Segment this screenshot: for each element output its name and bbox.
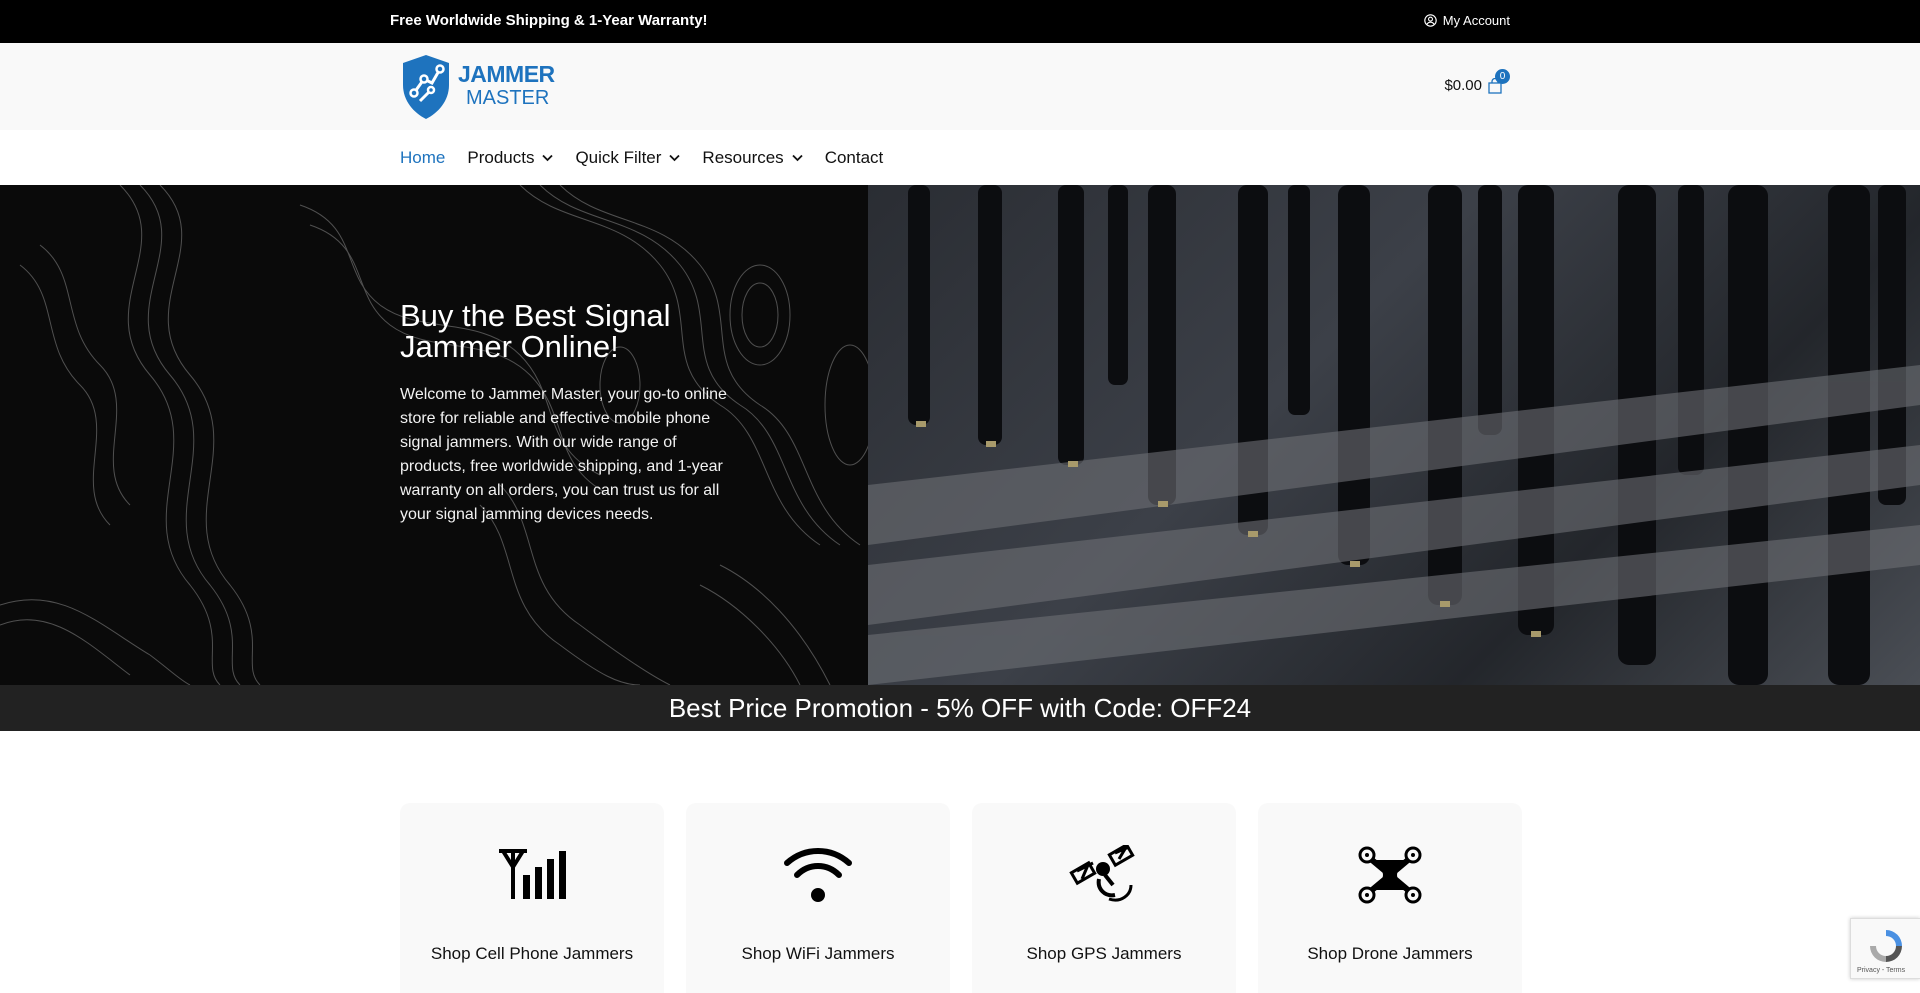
my-account-label: My Account (1442, 13, 1510, 28)
logo-line-1: JAMMER (458, 60, 555, 87)
satellite-icon (1069, 845, 1135, 902)
card-label: Shop Drone Jammers (1307, 944, 1473, 963)
nav-item-label: Products (467, 148, 535, 167)
promo-banner: Best Price Promotion - 5% OFF with Code:… (0, 685, 1920, 731)
card-label: Shop WiFi Jammers (741, 944, 895, 963)
jammer-antennas-image (868, 185, 1920, 685)
logo-line-2: MASTER (466, 86, 550, 109)
logo[interactable]: JAMMER MASTER (400, 53, 555, 121)
card-gps-jammers[interactable]: Shop GPS Jammers (972, 803, 1236, 993)
card-cell-phone-jammers[interactable]: Shop Cell Phone Jammers (400, 803, 664, 993)
chevron-down-icon (542, 154, 554, 162)
main-nav: Home Products Quick Filter Resources Con… (0, 130, 1920, 185)
nav-item-products[interactable]: Products (467, 148, 554, 168)
card-label: Shop GPS Jammers (1026, 944, 1182, 963)
logo-text: JAMMER MASTER (458, 60, 555, 109)
cart-total: $0.00 (1444, 77, 1482, 94)
recaptcha-badge[interactable]: Privacy - Terms (1850, 918, 1920, 979)
recaptcha-footer: Privacy - Terms (1857, 967, 1906, 974)
drone-icon (1358, 846, 1422, 904)
nav-item-label: Resources (702, 148, 784, 167)
card-label: Shop Cell Phone Jammers (430, 944, 634, 963)
nav-item-resources[interactable]: Resources (702, 148, 803, 168)
nav-item-label: Home (400, 148, 446, 167)
cart-button[interactable]: $0.00 0 (1444, 69, 1510, 94)
nav-item-label: Contact (824, 148, 884, 167)
nav-item-quick-filter[interactable]: Quick Filter (575, 148, 681, 168)
nav-item-label: Quick Filter (575, 148, 662, 167)
category-cards: Shop Cell Phone Jammers Shop WiFi Jammer… (400, 803, 1522, 993)
site-header: JAMMER MASTER $0.00 0 (0, 43, 1920, 130)
shield-logo-icon (403, 55, 449, 119)
hero-image (868, 185, 1920, 685)
topbar: Free Worldwide Shipping & 1-Year Warrant… (0, 0, 1920, 43)
my-account-link[interactable]: My Account (1424, 13, 1510, 28)
card-drone-jammers[interactable]: Shop Drone Jammers (1258, 803, 1522, 993)
cart-count-badge: 0 (1495, 69, 1510, 84)
user-circle-icon (1424, 14, 1437, 27)
card-wifi-jammers[interactable]: Shop WiFi Jammers (686, 803, 950, 993)
nav-item-contact[interactable]: Contact (825, 148, 884, 168)
chevron-down-icon (669, 154, 681, 162)
hero-description: Welcome to Jammer Master, your go-to onl… (400, 386, 727, 523)
wifi-icon (784, 848, 852, 902)
hero-title: Buy the Best Signal Jammer Online! (400, 298, 671, 364)
chevron-down-icon (792, 154, 803, 162)
nav-item-home[interactable]: Home (400, 148, 445, 168)
shipping-message: Free Worldwide Shipping & 1-Year Warrant… (390, 12, 708, 29)
cell-signal-icon (499, 849, 566, 899)
recaptcha-icon (1870, 930, 1902, 962)
hero-section: Buy the Best Signal Jammer Online! Welco… (0, 185, 1920, 685)
